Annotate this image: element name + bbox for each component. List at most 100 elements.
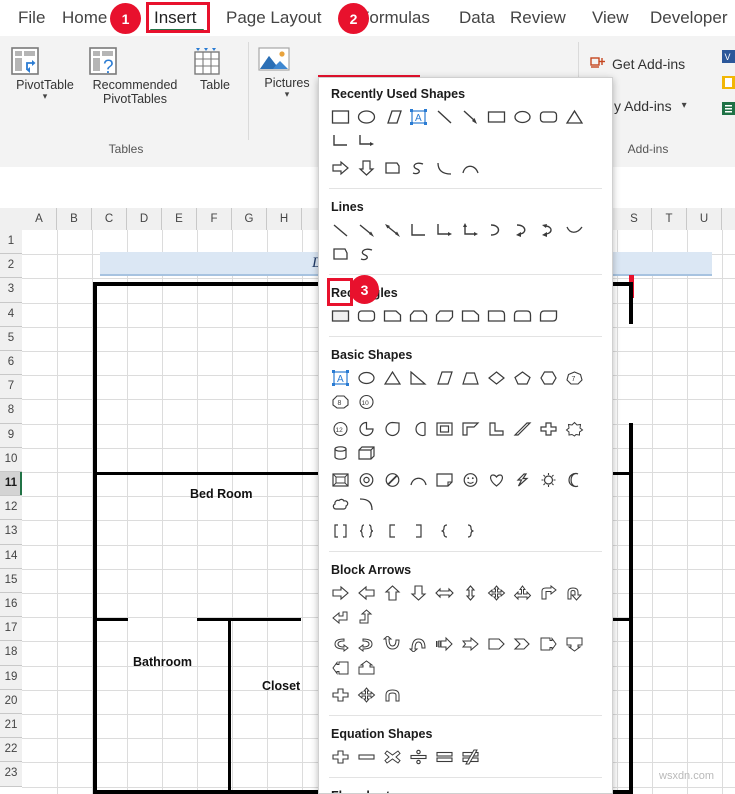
row-header-18[interactable]: 18 — [0, 641, 22, 666]
shape-left-arrow-callout[interactable] — [327, 656, 353, 680]
shape-curved-double-arrow[interactable] — [535, 218, 561, 242]
shape-curved-arrow[interactable] — [509, 218, 535, 242]
shape-elbow-connector[interactable] — [327, 129, 353, 153]
shape-oval-2[interactable] — [509, 105, 535, 129]
shape-scribble[interactable] — [405, 156, 431, 180]
shape-rectangle-selected[interactable] — [327, 304, 353, 328]
shape-right-arrow-callout[interactable] — [535, 632, 561, 656]
column-header-c[interactable]: C — [92, 208, 127, 230]
shape-bevel[interactable] — [327, 468, 353, 492]
shape-bent-up-arrow[interactable] — [353, 605, 379, 629]
row-header-3[interactable]: 3 — [0, 278, 22, 303]
shape-division-sign[interactable] — [405, 745, 431, 769]
shape-down-arrow-callout[interactable] — [561, 632, 587, 656]
shape-row-recently-used[interactable]: A — [319, 105, 612, 156]
green-addin-icon[interactable] — [722, 102, 735, 115]
shape-teardrop[interactable] — [379, 417, 405, 441]
pictures-button[interactable]: Pictures ▾ — [256, 44, 318, 99]
shape-row-lines[interactable] — [319, 218, 612, 269]
shape-row-rectangles[interactable] — [319, 304, 612, 331]
row-header-15[interactable]: 15 — [0, 569, 22, 593]
shape-round-same-side-corner-rectangle[interactable] — [509, 304, 535, 328]
shape-quad-arrow[interactable] — [483, 581, 509, 605]
shape-round-single-corner-rectangle[interactable] — [483, 304, 509, 328]
shape-striped-right-arrow[interactable] — [431, 632, 457, 656]
row-header-8[interactable]: 8 — [0, 399, 22, 424]
shape-cloud[interactable] — [327, 492, 353, 516]
shape-down-arrow[interactable] — [353, 156, 379, 180]
shape-minus-sign[interactable] — [353, 745, 379, 769]
shape-snip-diagonal-corner-rectangle[interactable] — [431, 304, 457, 328]
pivottable-chevron-down-icon[interactable]: ▾ — [8, 92, 82, 101]
row-header-5[interactable]: 5 — [0, 327, 22, 351]
shape-snip-round-single-corner-rectangle[interactable] — [457, 304, 483, 328]
shape-elbow-arrow[interactable] — [431, 218, 457, 242]
shape-no-symbol[interactable] — [379, 468, 405, 492]
row-header-7[interactable]: 7 — [0, 375, 22, 400]
shape-bent-arrow[interactable] — [535, 581, 561, 605]
shape-row-arrows-2[interactable] — [319, 632, 612, 683]
shape-curved-down-arrow[interactable] — [405, 632, 431, 656]
shape-curve-line[interactable] — [561, 218, 587, 242]
shape-brace-pair[interactable] — [353, 519, 379, 543]
column-header-a[interactable]: A — [22, 208, 57, 230]
tab-page-layout[interactable]: Page Layout — [222, 6, 325, 30]
shape-trapezoid[interactable] — [457, 366, 483, 390]
shape-dodecagon[interactable]: 12 — [327, 417, 353, 441]
shape-regular-star[interactable] — [561, 417, 587, 441]
shapes-dropdown-panel[interactable]: Recently Used Shapes A Lines Basic Shape… — [318, 77, 613, 794]
shape-circular-arrow[interactable] — [379, 683, 405, 707]
row-header-2[interactable]: 2 — [0, 254, 22, 279]
row-header-16[interactable]: 16 — [0, 593, 22, 618]
shape-triangle[interactable] — [561, 105, 587, 129]
shape-u-turn-arrow[interactable] — [561, 581, 587, 605]
shape-elbow-arrow-connector[interactable] — [353, 129, 379, 153]
row-header-19[interactable]: 19 — [0, 666, 22, 690]
shape-row-equation[interactable] — [319, 745, 612, 772]
shape-sun[interactable] — [535, 468, 561, 492]
shape-line-arrow[interactable] — [353, 218, 379, 242]
shape-cross[interactable] — [535, 417, 561, 441]
column-header-u[interactable]: U — [687, 208, 722, 230]
shape-chevron-arrow[interactable] — [509, 632, 535, 656]
shape-rectangle[interactable] — [327, 105, 353, 129]
shape-rounded-rectangle-2[interactable] — [353, 304, 379, 328]
recommended-pivottables-button[interactable]: ? Recommended PivotTables — [86, 44, 184, 106]
shape-text-box[interactable]: A — [405, 105, 431, 129]
shape-folded-corner[interactable] — [431, 468, 457, 492]
shape-right-bracket[interactable] — [405, 519, 431, 543]
shape-flowchart-data[interactable] — [379, 156, 405, 180]
shape-heptagon[interactable]: 7 — [561, 366, 587, 390]
shape-right-brace[interactable] — [457, 519, 483, 543]
shape-l-shape[interactable] — [483, 417, 509, 441]
shape-scribble-line[interactable] — [353, 242, 379, 266]
shape-curved-connector[interactable] — [483, 218, 509, 242]
row-header-21[interactable]: 21 — [0, 714, 22, 739]
shape-line[interactable] — [431, 105, 457, 129]
shape-equal-sign[interactable] — [431, 745, 457, 769]
shape-arrow-line[interactable] — [457, 105, 483, 129]
tab-developer[interactable]: Developer — [646, 6, 732, 30]
shape-elbow-double-arrow[interactable] — [457, 218, 483, 242]
shape-row-basic-2[interactable]: 12 — [319, 417, 612, 468]
row-header-23[interactable]: 23 — [0, 762, 22, 787]
shape-row-arrows-1[interactable] — [319, 581, 612, 632]
shape-curved-up-arrow[interactable] — [379, 632, 405, 656]
shape-freeform[interactable] — [327, 242, 353, 266]
shape-cross-arrow[interactable] — [327, 683, 353, 707]
tab-home[interactable]: Home — [58, 6, 111, 30]
row-header-11[interactable]: 11 — [0, 472, 22, 497]
row-header-9[interactable]: 9 — [0, 424, 22, 448]
shape-frame[interactable] — [431, 417, 457, 441]
shape-cube[interactable] — [353, 441, 379, 465]
shape-arc[interactable] — [457, 156, 483, 180]
shape-pie[interactable] — [353, 417, 379, 441]
shape-parallelogram[interactable] — [379, 105, 405, 129]
shape-curve[interactable] — [431, 156, 457, 180]
shape-row-basic-3[interactable] — [319, 468, 612, 519]
shape-diamond[interactable] — [483, 366, 509, 390]
column-header-d[interactable]: D — [127, 208, 162, 230]
shape-cylinder[interactable] — [327, 441, 353, 465]
shape-pentagon[interactable] — [509, 366, 535, 390]
shape-moon[interactable] — [561, 468, 587, 492]
